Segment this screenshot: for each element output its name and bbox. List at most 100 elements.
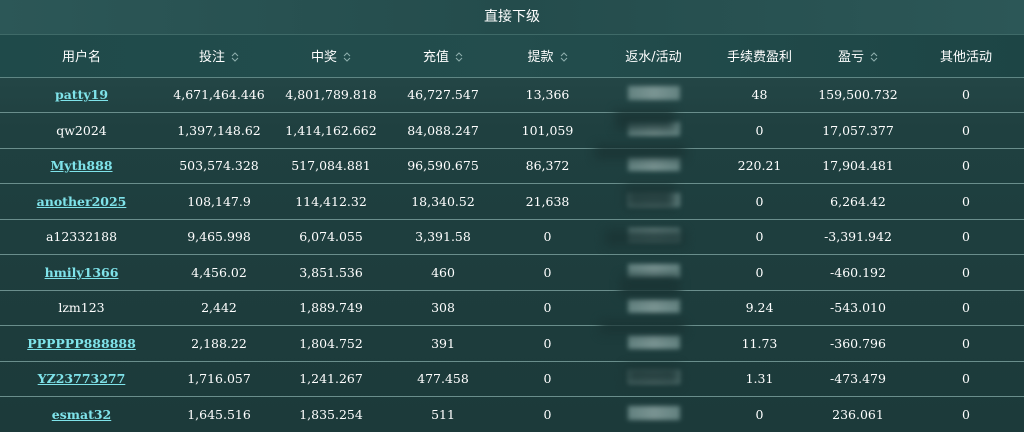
redacted-value	[627, 86, 680, 101]
cell-other-activity: 0	[908, 325, 1024, 362]
cell-rebate	[596, 112, 711, 149]
username-text: qw2024	[56, 122, 107, 138]
cell-username[interactable]: YZ23773277	[0, 361, 163, 397]
cell-bet: 4,456.02	[163, 254, 275, 291]
cell-withdraw: 0	[499, 254, 596, 291]
column-header-bet[interactable]: 投注	[163, 35, 275, 78]
cell-bet: 9,465.998	[163, 219, 275, 255]
redacted-value	[627, 299, 680, 314]
cell-other-activity: 0	[908, 361, 1024, 397]
redacted-value	[627, 192, 680, 207]
cell-withdraw: 0	[499, 290, 596, 326]
cell-deposit: 46,727.547	[387, 77, 499, 113]
cell-withdraw: 86,372	[499, 148, 596, 184]
sort-arrows-icon[interactable]	[560, 52, 568, 62]
cell-fee-profit: 9.24	[711, 290, 808, 326]
column-header-username: 用户名	[0, 35, 163, 78]
table-row: hmily1366 4,456.02 3,851.536 460 0 0 -460.192 0	[0, 254, 1024, 291]
cell-username[interactable]: another2025	[0, 183, 163, 220]
sort-arrows-icon[interactable]	[870, 52, 878, 62]
cell-other-activity: 0	[908, 290, 1024, 326]
cell-bet: 2,188.22	[163, 325, 275, 362]
cell-rebate	[596, 290, 711, 326]
cell-pnl: 17,057.377	[808, 112, 908, 149]
cell-deposit: 511	[387, 396, 499, 432]
cell-win: 4,801,789.818	[275, 77, 387, 113]
column-header-label: 中奖	[310, 50, 337, 66]
table-row: PPPPPP888888 2,188.22 1,804.752 391 0 11.73 -3…	[0, 325, 1024, 362]
column-header-pnl[interactable]: 盈亏	[808, 35, 908, 78]
column-header-label: 用户名	[61, 50, 101, 66]
cell-withdraw: 0	[499, 325, 596, 362]
column-header-win[interactable]: 中奖	[275, 35, 387, 78]
username-text: a12332188	[45, 229, 118, 245]
cell-withdraw: 0	[499, 361, 596, 397]
cell-fee-profit: 11.73	[711, 325, 808, 362]
cell-deposit: 96,590.675	[387, 148, 499, 184]
cell-fee-profit: 0	[711, 112, 808, 149]
cell-fee-profit: 48	[711, 77, 808, 113]
username-link[interactable]: another2025	[37, 194, 127, 209]
cell-pnl: -3,391.942	[808, 219, 908, 255]
sort-arrows-icon[interactable]	[343, 52, 351, 62]
cell-pnl: -473.479	[808, 361, 908, 397]
redacted-value	[627, 263, 680, 278]
cell-deposit: 460	[387, 254, 499, 291]
table-row: another2025 108,147.9 114,412.32 18,340.52 2…	[0, 183, 1024, 220]
cell-withdraw: 0	[499, 396, 596, 432]
cell-pnl: -460.192	[808, 254, 908, 291]
cell-deposit: 308	[387, 290, 499, 326]
cell-username[interactable]: Myth888	[0, 148, 163, 184]
cell-bet: 503,574.328	[163, 148, 275, 184]
redacted-value	[627, 121, 680, 136]
column-header-label: 盈亏	[837, 50, 864, 66]
cell-username[interactable]: esmat32	[0, 396, 163, 432]
cell-deposit: 18,340.52	[387, 183, 499, 220]
redacted-value	[627, 334, 680, 349]
username-link[interactable]: esmat32	[52, 407, 112, 422]
cell-rebate	[596, 325, 711, 362]
column-header-label: 提款	[527, 50, 554, 66]
table-row: a12332188 9,465.998 6,074.055 3,391.58 0 0 -3,…	[0, 219, 1024, 255]
cell-other-activity: 0	[908, 112, 1024, 149]
column-header-label: 手续费盈利	[726, 50, 792, 66]
cell-username: qw2024	[0, 112, 163, 149]
cell-win: 6,074.055	[275, 219, 387, 255]
cell-pnl: -543.010	[808, 290, 908, 326]
cell-win: 114,412.32	[275, 183, 387, 220]
subordinate-report-panel: 直接下级 用户名 投注 中奖 充值 提款 返水/活动 手续费盈利 盈亏 其他活动 patty19…	[0, 0, 1024, 432]
cell-win: 1,804.752	[275, 325, 387, 362]
cell-username[interactable]: hmily1366	[0, 254, 163, 291]
panel-title: 直接下级	[0, 0, 1024, 35]
cell-pnl: 236.061	[808, 396, 908, 432]
column-header-other-activity: 其他活动	[908, 35, 1024, 78]
cell-other-activity: 0	[908, 77, 1024, 113]
username-link[interactable]: patty19	[55, 87, 108, 102]
cell-rebate	[596, 361, 711, 397]
username-link[interactable]: PPPPPP888888	[27, 336, 136, 351]
cell-other-activity: 0	[908, 183, 1024, 220]
cell-rebate	[596, 77, 711, 113]
table-row: patty19 4,671,464.446 4,801,789.818 46,727.…	[0, 77, 1024, 113]
column-header-withdraw[interactable]: 提款	[499, 35, 596, 78]
cell-fee-profit: 1.31	[711, 361, 808, 397]
cell-bet: 1,397,148.62	[163, 112, 275, 149]
username-link[interactable]: YZ23773277	[38, 371, 126, 386]
cell-pnl: 17,904.481	[808, 148, 908, 184]
sort-arrows-icon[interactable]	[231, 52, 239, 62]
cell-deposit: 391	[387, 325, 499, 362]
table-body: patty19 4,671,464.446 4,801,789.818 46,727.…	[0, 77, 1024, 432]
cell-fee-profit: 220.21	[711, 148, 808, 184]
cell-withdraw: 0	[499, 219, 596, 255]
cell-username[interactable]: PPPPPP888888	[0, 325, 163, 362]
cell-withdraw: 21,638	[499, 183, 596, 220]
username-link[interactable]: hmily1366	[45, 265, 119, 280]
column-header-deposit[interactable]: 充值	[387, 35, 499, 78]
username-link[interactable]: Myth888	[50, 158, 112, 173]
cell-username[interactable]: patty19	[0, 77, 163, 113]
cell-fee-profit: 0	[711, 254, 808, 291]
table-row: lzm123 2,442 1,889.749 308 0 9.24 -543.010 0	[0, 290, 1024, 326]
sort-arrows-icon[interactable]	[455, 52, 463, 62]
cell-deposit: 477.458	[387, 361, 499, 397]
cell-rebate	[596, 254, 711, 291]
